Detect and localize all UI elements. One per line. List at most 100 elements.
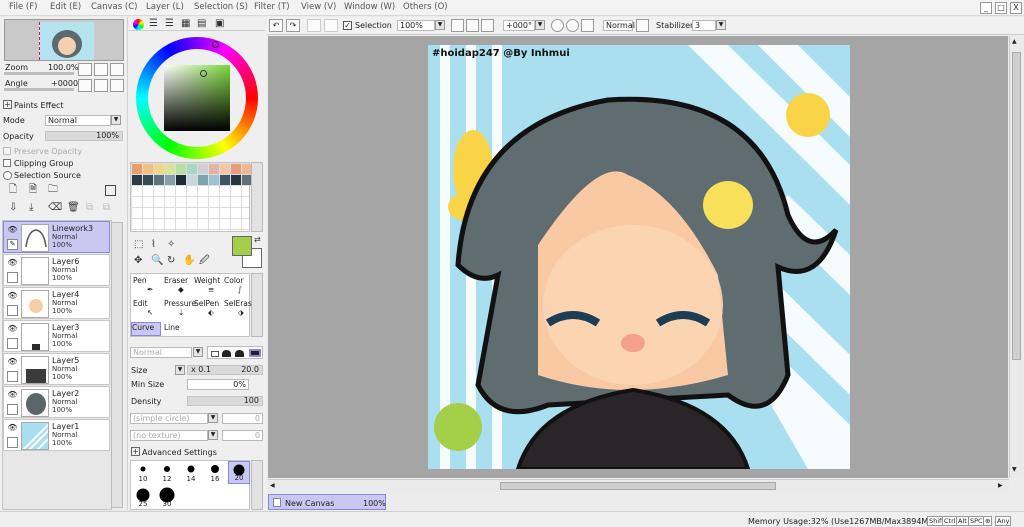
color-swatch[interactable] — [165, 175, 175, 185]
tool-scrollbar[interactable] — [251, 273, 263, 337]
swatch-grid[interactable] — [130, 162, 252, 232]
artwork[interactable]: #hoidap247 @By Inhmui — [428, 45, 850, 469]
chevron-down-icon[interactable]: ▼ — [716, 20, 726, 30]
scratch-pad-tab-icon[interactable]: ▤ — [197, 19, 206, 29]
mode-select[interactable]: Normal — [45, 115, 111, 126]
menu-view[interactable]: View (V) — [301, 2, 336, 12]
chevron-down-icon[interactable]: ▼ — [435, 20, 445, 30]
size-slider[interactable]: x 0.1 20.0 — [187, 365, 263, 375]
rotate-reset-button-top[interactable] — [581, 19, 594, 32]
brush-shape-select[interactable]: (simple circle) — [130, 413, 208, 424]
color-swatch[interactable] — [176, 175, 186, 185]
color-swatch[interactable] — [198, 164, 208, 174]
layers-scrollbar[interactable] — [111, 222, 123, 508]
chevron-down-icon[interactable]: ▼ — [193, 347, 203, 357]
brush-size-25[interactable]: 25 — [132, 486, 154, 509]
color-swatch[interactable] — [231, 175, 241, 185]
layer-row-linework3[interactable]: 👁 ✎ Linework3 Normal 100% — [3, 221, 110, 253]
stabilizer-select[interactable]: 3 — [692, 20, 716, 31]
tool-pressure[interactable]: Pressure ⇣ — [164, 299, 196, 317]
layer-checkbox[interactable] — [7, 437, 18, 448]
eyedropper-icon[interactable]: 🖉 — [199, 256, 210, 266]
eye-icon[interactable]: 👁 — [7, 258, 18, 268]
hand-tool-icon[interactable]: ✋ — [183, 256, 195, 266]
brush-size-30[interactable]: 30 — [156, 486, 178, 509]
scroll-left-icon[interactable]: ◀ — [270, 482, 275, 489]
hsv-slider-tab-icon[interactable]: ☰ — [165, 19, 174, 29]
intermediate-color-tab-icon[interactable]: ▦ — [181, 19, 190, 29]
redo-button[interactable]: ↷ — [286, 19, 300, 32]
navigator-preview[interactable] — [4, 19, 124, 61]
menu-selection[interactable]: Selection (S) — [194, 2, 248, 12]
layer-checkbox[interactable] — [7, 305, 18, 316]
layer-row-layer3[interactable]: 👁 Layer3 Normal 100% — [3, 320, 110, 352]
layer-checkbox[interactable] — [7, 272, 18, 283]
color-wheel-tab-icon[interactable] — [133, 19, 144, 30]
canvas-angle-select[interactable]: +000° — [503, 20, 535, 31]
transfer-down-icon[interactable]: ⇩ — [9, 203, 17, 213]
brush-shape-amount[interactable]: 0 — [222, 413, 263, 424]
close-button[interactable]: X — [1010, 2, 1022, 14]
layer-checkbox[interactable] — [7, 371, 18, 382]
tool-edit[interactable]: Edit ↖ — [133, 299, 153, 317]
rotate-tool-icon[interactable]: ↻ — [167, 256, 175, 266]
lasso-icon[interactable]: ⌇ — [151, 240, 156, 250]
color-wheel[interactable] — [136, 37, 258, 159]
canvas-zoom-select[interactable]: 100% — [397, 20, 435, 31]
brush-size-20[interactable]: 20 — [228, 461, 250, 484]
color-picker-cursor[interactable] — [200, 70, 207, 77]
zoom-reset-button[interactable] — [110, 63, 124, 76]
eye-icon[interactable]: 👁 — [7, 291, 18, 301]
brush-size-scrollbar[interactable] — [251, 460, 263, 510]
color-swatch[interactable] — [220, 175, 230, 185]
zoom-plus-button[interactable] — [466, 19, 479, 32]
swatches-tab-icon[interactable]: ▣ — [215, 19, 224, 29]
layer-checkbox[interactable] — [7, 404, 18, 415]
menu-window[interactable]: Window (W) — [344, 2, 395, 12]
zoom-minus-button[interactable] — [451, 19, 464, 32]
rotate-reset-button[interactable] — [110, 79, 124, 92]
clipping-group-checkbox[interactable] — [3, 159, 11, 167]
layer-property-icon[interactable]: ⧉ — [103, 203, 110, 213]
vertical-scroll-thumb[interactable] — [1012, 52, 1021, 360]
color-swatch[interactable] — [209, 164, 219, 174]
rotate-cw-button[interactable] — [566, 19, 579, 32]
scroll-right-icon[interactable]: ▶ — [998, 482, 1003, 489]
swap-colors-icon[interactable]: ⇄ — [254, 235, 261, 245]
min-size-slider[interactable]: 0% — [187, 379, 249, 390]
brush-texture-select[interactable]: (no texture) — [130, 430, 208, 441]
tool-eraser[interactable]: Eraser ◆ — [164, 276, 188, 294]
tool-pen[interactable]: Pen ✒ — [133, 276, 153, 294]
brush-texture-amount[interactable]: 0 — [222, 430, 263, 441]
brush-size-12[interactable]: 12 — [156, 461, 178, 484]
color-swatch[interactable] — [143, 164, 153, 174]
opacity-slider[interactable]: 100% — [45, 131, 123, 141]
pen-lock-icon[interactable]: ✎ — [7, 239, 18, 250]
new-folder-icon[interactable]: 🗀 — [48, 185, 58, 195]
menu-filter[interactable]: Filter (T) — [254, 2, 290, 12]
plus-icon[interactable]: + — [3, 100, 12, 109]
zoom-tool-icon[interactable]: 🔍 — [151, 256, 163, 266]
color-swatch[interactable] — [187, 175, 197, 185]
color-swatch[interactable] — [187, 164, 197, 174]
rgb-slider-tab-icon[interactable]: ☰ — [149, 19, 158, 29]
plus-icon[interactable]: + — [131, 447, 140, 456]
saturation-value-box[interactable] — [164, 65, 230, 131]
horizontal-scrollbar[interactable]: ◀ ▶ — [268, 479, 1009, 492]
move-icon[interactable]: ✥ — [134, 256, 142, 266]
menu-file[interactable]: File (F) — [9, 2, 37, 12]
chevron-down-icon[interactable]: ▼ — [208, 430, 218, 440]
zoom-fit-button[interactable] — [481, 19, 494, 32]
tool-line[interactable]: Line — [164, 323, 180, 332]
chevron-down-icon[interactable]: ▼ — [535, 20, 545, 30]
color-swatch[interactable] — [209, 175, 219, 185]
tool-selpen[interactable]: SelPen ⬖ — [194, 299, 219, 317]
rotate-right-button[interactable] — [94, 79, 108, 92]
layer-row-layer1[interactable]: 👁 Layer1 Normal 100% — [3, 419, 110, 451]
menu-edit[interactable]: Edit (E) — [50, 2, 81, 12]
zoom-slider[interactable] — [4, 72, 74, 75]
color-swatch[interactable] — [154, 175, 164, 185]
vertical-scrollbar[interactable]: ▲ ▼ — [1009, 36, 1023, 478]
brush-size-10[interactable]: 10 — [132, 461, 154, 484]
layer-row-layer5[interactable]: 👁 Layer5 Normal 100% — [3, 353, 110, 385]
